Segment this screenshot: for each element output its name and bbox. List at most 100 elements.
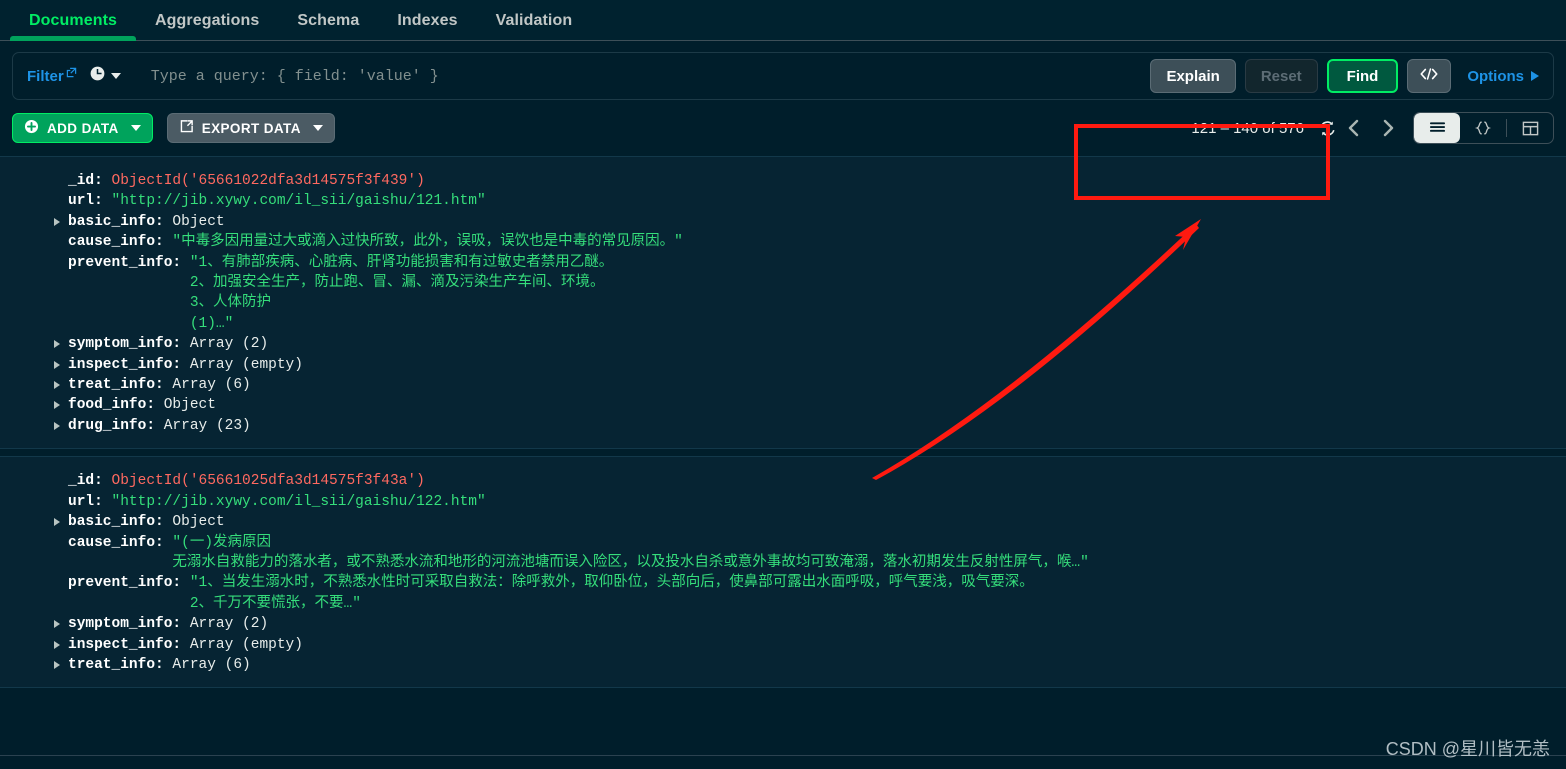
tab-documents-label: Documents xyxy=(29,12,117,30)
document-card[interactable]: _id: ObjectId('65661025dfa3d14575f3f43a'… xyxy=(0,456,1566,688)
field-value: "1、当发生溺水时，不熟悉水性时可采取自救法：除呼救外，取仰卧位，头部向后，使鼻… xyxy=(190,573,1034,614)
field-value: "http://jib.xywy.com/il_sii/gaishu/122.h… xyxy=(112,492,486,512)
explain-button[interactable]: Explain xyxy=(1150,59,1235,93)
field-colon: : xyxy=(172,253,189,273)
triangle-right-icon xyxy=(1531,71,1539,81)
code-brackets-icon xyxy=(1419,66,1439,86)
list-view-icon[interactable] xyxy=(1414,113,1460,143)
field-row[interactable]: url: "http://jib.xywy.com/il_sii/gaishu/… xyxy=(68,492,1566,512)
reset-button[interactable]: Reset xyxy=(1245,59,1318,93)
field-row[interactable]: treat_info: Array (6) xyxy=(68,375,1566,395)
export-to-language-button[interactable] xyxy=(1407,59,1451,93)
field-row[interactable]: basic_info: Object xyxy=(68,212,1566,232)
chevron-down-icon xyxy=(111,73,121,79)
filter-link[interactable]: Filter xyxy=(27,68,77,85)
expand-triangle-icon[interactable] xyxy=(54,422,60,430)
options-toggle[interactable]: Options xyxy=(1467,68,1539,85)
field-value: Object xyxy=(164,395,216,415)
reset-label: Reset xyxy=(1261,68,1302,85)
add-data-label: ADD DATA xyxy=(47,121,119,136)
field-key: inspect_info xyxy=(68,355,172,375)
field-row[interactable]: symptom_info: Array (2) xyxy=(68,614,1566,634)
csdn-watermark: CSDN @星川皆无恙 xyxy=(1386,735,1550,761)
document-toolbar: ADD DATA EXPORT DATA 121 – 140 of 576 xyxy=(0,100,1566,156)
field-colon: : xyxy=(94,191,111,211)
field-row[interactable]: _id: ObjectId('65661025dfa3d14575f3f43a'… xyxy=(68,471,1566,491)
field-value: Array (6) xyxy=(172,655,250,675)
tab-schema-label: Schema xyxy=(297,12,359,30)
window-bottom-bar xyxy=(0,755,1566,769)
tab-schema[interactable]: Schema xyxy=(278,0,378,41)
field-colon: : xyxy=(155,212,172,232)
collection-tab-bar: Documents Aggregations Schema Indexes Va… xyxy=(0,0,1566,41)
field-row[interactable]: cause_info: "中毒多因用量过大或滴入过快所致，此外，误吸，误饮也是中… xyxy=(68,232,1566,252)
next-page-button[interactable] xyxy=(1371,111,1405,145)
field-row[interactable]: _id: ObjectId('65661022dfa3d14575f3f439'… xyxy=(68,171,1566,191)
field-colon: : xyxy=(172,355,189,375)
field-colon: : xyxy=(155,375,172,395)
find-button[interactable]: Find xyxy=(1327,59,1399,93)
expand-triangle-icon[interactable] xyxy=(54,401,60,409)
field-colon: : xyxy=(94,492,111,512)
field-value: ObjectId('65661022dfa3d14575f3f439') xyxy=(112,171,425,191)
field-key: treat_info xyxy=(68,655,155,675)
field-value: ObjectId('65661025dfa3d14575f3f43a') xyxy=(112,471,425,491)
query-bar: Filter Explain Reset xyxy=(12,52,1554,100)
field-row[interactable]: inspect_info: Array (empty) xyxy=(68,355,1566,375)
document-card[interactable]: _id: ObjectId('65661022dfa3d14575f3f439'… xyxy=(0,156,1566,449)
export-data-button[interactable]: EXPORT DATA xyxy=(167,113,335,143)
field-key: url xyxy=(68,492,94,512)
expand-triangle-icon[interactable] xyxy=(54,218,60,226)
field-colon: : xyxy=(155,655,172,675)
caret-down-icon xyxy=(313,125,323,131)
field-row[interactable]: treat_info: Array (6) xyxy=(68,655,1566,675)
field-key: treat_info xyxy=(68,375,155,395)
field-key: basic_info xyxy=(68,212,155,232)
field-row[interactable]: symptom_info: Array (2) xyxy=(68,334,1566,354)
document-count-range: 121 – 140 of 576 xyxy=(1191,120,1304,137)
field-key: _id xyxy=(68,171,94,191)
field-row[interactable]: cause_info: "(一)发病原因 无溺水自救能力的落水者，或不熟悉水流和… xyxy=(68,533,1566,574)
field-row[interactable]: inspect_info: Array (empty) xyxy=(68,635,1566,655)
field-value: "中毒多因用量过大或滴入过快所致，此外，误吸，误饮也是中毒的常见原因。" xyxy=(172,232,682,252)
export-data-label: EXPORT DATA xyxy=(202,121,301,136)
expand-triangle-icon[interactable] xyxy=(54,661,60,669)
field-value: "(一)发病原因 无溺水自救能力的落水者，或不熟悉水流和地形的河流池塘而误入险区… xyxy=(172,533,1088,574)
field-row[interactable]: url: "http://jib.xywy.com/il_sii/gaishu/… xyxy=(68,191,1566,211)
field-row[interactable]: prevent_info: "1、当发生溺水时，不熟悉水性时可采取自救法：除呼救… xyxy=(68,573,1566,614)
expand-triangle-icon[interactable] xyxy=(54,381,60,389)
add-data-button[interactable]: ADD DATA xyxy=(12,113,153,143)
field-key: symptom_info xyxy=(68,614,172,634)
field-key: symptom_info xyxy=(68,334,172,354)
query-history-button[interactable] xyxy=(89,65,121,87)
field-value: Array (23) xyxy=(164,416,251,436)
field-value: Array (empty) xyxy=(190,355,303,375)
tab-aggregations[interactable]: Aggregations xyxy=(136,0,278,41)
field-colon: : xyxy=(155,232,172,252)
expand-triangle-icon[interactable] xyxy=(54,641,60,649)
document-fields: _id: ObjectId('65661022dfa3d14575f3f439'… xyxy=(0,171,1566,436)
field-key: food_info xyxy=(68,395,146,415)
expand-triangle-icon[interactable] xyxy=(54,518,60,526)
field-row[interactable]: food_info: Object xyxy=(68,395,1566,415)
field-key: _id xyxy=(68,471,94,491)
field-key: basic_info xyxy=(68,512,155,532)
field-colon: : xyxy=(172,635,189,655)
field-value: Object xyxy=(172,212,224,232)
expand-triangle-icon[interactable] xyxy=(54,340,60,348)
query-input[interactable] xyxy=(137,67,1142,86)
tab-documents[interactable]: Documents xyxy=(10,0,136,41)
refresh-icon[interactable] xyxy=(1318,119,1337,138)
document-fields: _id: ObjectId('65661025dfa3d14575f3f43a'… xyxy=(0,471,1566,675)
tab-indexes[interactable]: Indexes xyxy=(378,0,476,41)
expand-triangle-icon[interactable] xyxy=(54,361,60,369)
json-view-icon[interactable] xyxy=(1460,113,1506,143)
expand-triangle-icon[interactable] xyxy=(54,620,60,628)
previous-page-button[interactable] xyxy=(1337,111,1371,145)
field-colon: : xyxy=(94,171,111,191)
tab-validation[interactable]: Validation xyxy=(477,0,592,41)
field-row[interactable]: prevent_info: "1、有肺部疾病、心脏病、肝肾功能损害和有过敏史者禁… xyxy=(68,253,1566,335)
field-row[interactable]: basic_info: Object xyxy=(68,512,1566,532)
table-view-icon[interactable] xyxy=(1507,113,1553,143)
field-row[interactable]: drug_info: Array (23) xyxy=(68,416,1566,436)
